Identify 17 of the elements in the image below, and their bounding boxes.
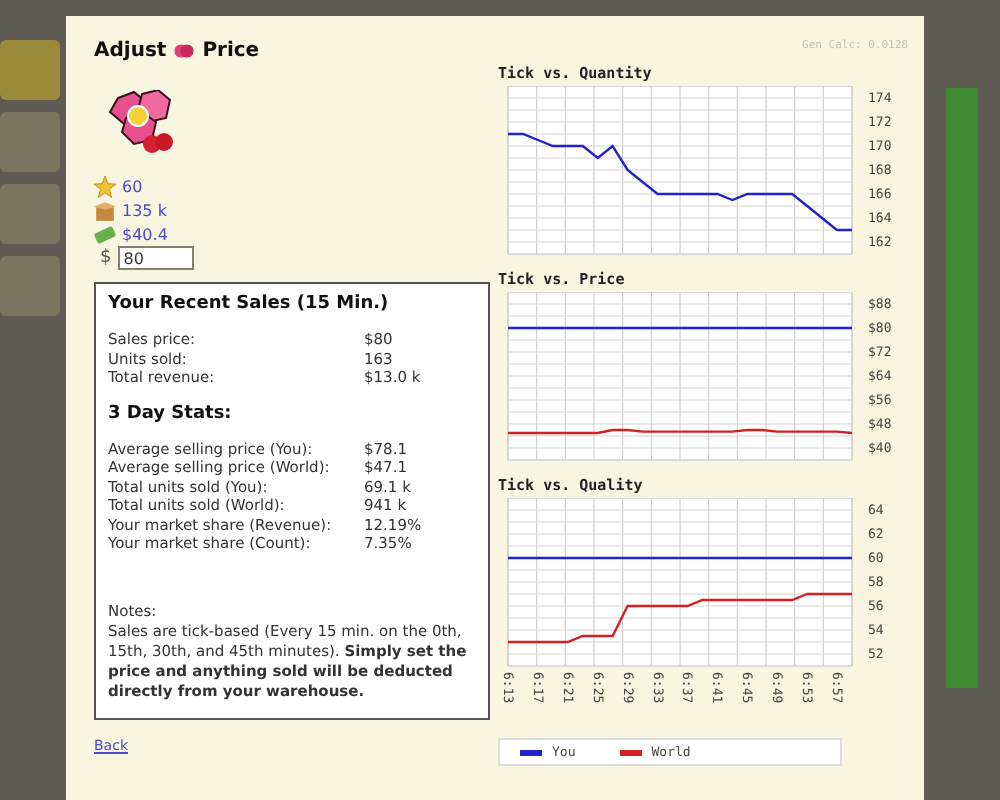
background-tile — [0, 256, 60, 316]
background-tile — [0, 112, 60, 172]
star-icon — [94, 175, 116, 197]
background-tile — [0, 40, 60, 100]
currency-label: $ — [100, 248, 112, 268]
dialog-title: Price — [202, 40, 260, 62]
cash-icon — [94, 223, 116, 245]
section-heading: Your Recent Sales (15 Min.) — [108, 294, 391, 314]
dialog-title: Adjust — [94, 40, 167, 62]
stat-value: 60 — [122, 177, 143, 195]
gift-icon — [174, 42, 195, 60]
stat-value: $40.4 — [122, 225, 168, 243]
box-icon — [94, 199, 116, 221]
section-heading: 3 Day Stats: — [108, 403, 234, 423]
stat-value: 135 k — [122, 201, 167, 219]
price-input[interactable]: 80 — [117, 246, 194, 270]
background-tile — [0, 184, 60, 244]
